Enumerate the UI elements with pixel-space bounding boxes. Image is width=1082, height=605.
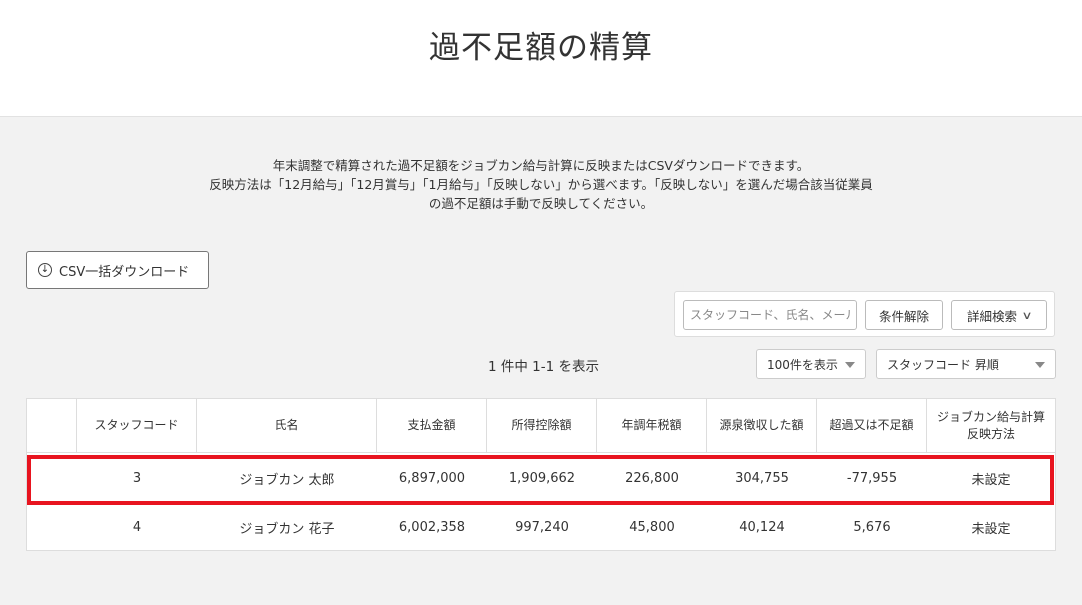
sort-value: スタッフコード 昇順: [887, 357, 999, 372]
chevron-down-icon: ∨: [1021, 308, 1033, 322]
caret-down-icon: [845, 362, 855, 368]
cell-annual-tax: 45,800: [629, 520, 675, 535]
clear-conditions-label: 条件解除: [878, 308, 929, 324]
per-page-select[interactable]: 100件を表示: [756, 349, 866, 379]
header-withheld-amount[interactable]: 源泉徴収した額: [707, 399, 817, 452]
download-circle-icon: ↓: [38, 263, 52, 277]
cell-excess-shortage: 5,676: [853, 520, 891, 535]
cell-name[interactable]: ジョブカン 花子: [197, 504, 377, 551]
advanced-search-button[interactable]: 詳細検索 ∨: [951, 300, 1047, 330]
description-line-1: 年末調整で精算された過不足額をジョブカン給与計算に反映またはCSVダウンロードで…: [272, 158, 810, 173]
header-select: [27, 399, 77, 452]
cell-income-deduction: 997,240: [515, 520, 569, 535]
clear-conditions-button[interactable]: 条件解除: [865, 300, 943, 330]
page-title: 過不足額の精算: [429, 30, 653, 66]
caret-down-icon: [1035, 362, 1045, 368]
per-page-value: 100件を表示: [767, 357, 838, 372]
header-reflect-method[interactable]: ジョブカン給与計算 反映方法: [927, 399, 1055, 452]
header-staff-code[interactable]: スタッフコード: [77, 399, 197, 452]
table-row[interactable]: 4 ジョブカン 花子 6,002,358 997,240 45,800 40,1…: [27, 504, 1055, 551]
header-name[interactable]: 氏名: [197, 399, 377, 452]
csv-bulk-download-label: CSV一括ダウンロード: [59, 264, 190, 280]
result-count: 1 件中 1-1 を表示: [488, 359, 600, 375]
cell-reflect-method[interactable]: 未設定: [927, 504, 1055, 551]
table-header-row: スタッフコード 氏名 支払金額 所得控除額 年調年税額 源泉徴収した額 超過又は…: [27, 399, 1055, 453]
row-highlight-box: [27, 455, 1054, 505]
page-header: 過不足額の精算: [0, 0, 1082, 117]
description-line-3: の過不足額は手動で反映してください。: [428, 196, 654, 211]
header-payment-amount[interactable]: 支払金額: [377, 399, 487, 452]
header-excess-shortage[interactable]: 超過又は不足額: [817, 399, 927, 452]
cell-payment-amount: 6,002,358: [398, 520, 466, 535]
advanced-search-label: 詳細検索: [966, 308, 1017, 324]
csv-bulk-download-button[interactable]: ↓ CSV一括ダウンロード: [26, 251, 209, 289]
search-panel: 条件解除 詳細検索 ∨: [674, 291, 1055, 337]
page-description: 年末調整で精算された過不足額をジョブカン給与計算に反映またはCSVダウンロードで…: [0, 156, 1082, 213]
header-annual-tax[interactable]: 年調年税額: [597, 399, 707, 452]
sort-select[interactable]: スタッフコード 昇順: [876, 349, 1056, 379]
cell-staff-code: 4: [132, 520, 142, 535]
row-select-cell: [27, 504, 77, 551]
search-input[interactable]: [683, 300, 857, 330]
header-reflect-method-label: ジョブカン給与計算 反映方法: [936, 409, 1045, 441]
header-income-deduction[interactable]: 所得控除額: [487, 399, 597, 452]
cell-withheld-amount: 40,124: [739, 520, 785, 535]
description-line-2: 反映方法は「12月給与」「12月賞与」「1月給与」「反映しない」から選べます。「…: [209, 177, 873, 192]
